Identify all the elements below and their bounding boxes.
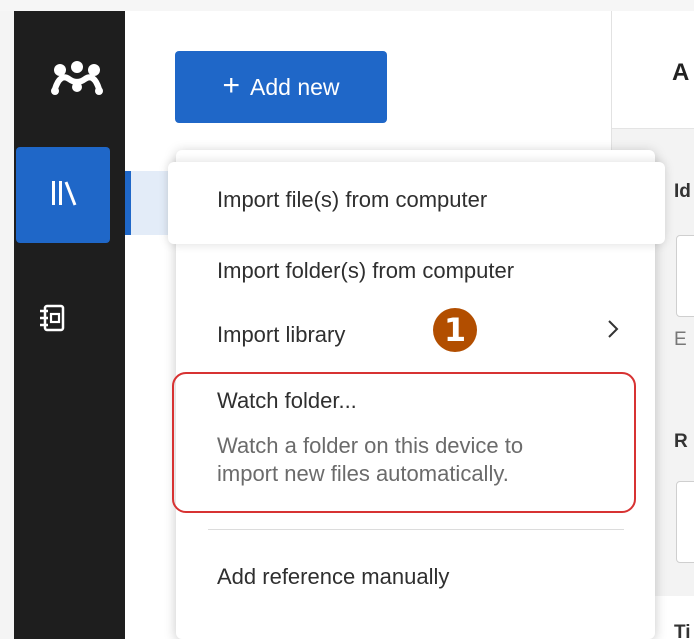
sidebar [14, 11, 125, 639]
watch-folder-description: Watch a folder on this device to import … [217, 432, 637, 488]
sidebar-item-library[interactable] [16, 147, 110, 243]
window-gutter [0, 11, 14, 639]
library-icon [46, 176, 80, 215]
add-new-menu: Import file(s) from computer Import fold… [168, 150, 665, 639]
selection-indicator [125, 171, 131, 235]
notebook-icon [36, 304, 70, 339]
step-badge: 1 [433, 308, 477, 352]
details-label-2: R [674, 431, 688, 452]
menu-item-watch-folder[interactable]: Watch folder... [217, 388, 357, 414]
add-new-label: Add new [250, 73, 340, 100]
details-input-1[interactable] [676, 235, 694, 317]
details-label-3: Ti [674, 622, 691, 639]
chevron-right-icon [606, 318, 620, 347]
menu-item-import-folders[interactable]: Import folder(s) from computer [217, 258, 514, 284]
plus-icon: + [222, 69, 240, 102]
watch-folder-desc-line2: import new files automatically. [217, 461, 509, 486]
details-label-1: Id [674, 181, 691, 202]
sidebar-item-notebook[interactable] [36, 301, 70, 335]
details-heading: A [672, 59, 690, 86]
menu-item-add-reference[interactable]: Add reference manually [217, 564, 449, 590]
details-input-2[interactable] [676, 481, 694, 563]
menu-divider [208, 529, 624, 530]
mendeley-logo-icon [47, 59, 107, 99]
details-hint: E [674, 329, 687, 350]
menu-item-label: Import file(s) from computer [217, 187, 488, 212]
add-new-button[interactable]: + Add new [175, 51, 387, 123]
menu-item-import-files[interactable]: Import file(s) from computer [168, 162, 665, 244]
details-header: A [612, 11, 694, 129]
watch-folder-desc-line1: Watch a folder on this device to [217, 433, 524, 458]
menu-item-import-library[interactable]: Import library [217, 322, 345, 348]
top-strip [0, 0, 694, 11]
